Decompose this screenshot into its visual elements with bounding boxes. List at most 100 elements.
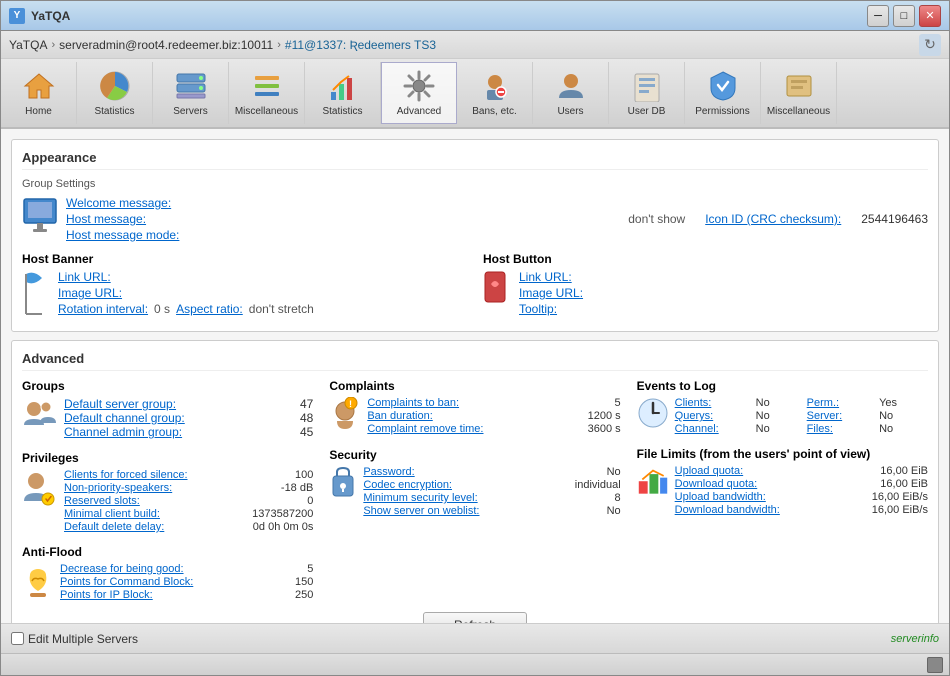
close-button[interactable]: ✕ [919, 5, 941, 27]
upload-bandwidth-value: 16,00 EiB/s [872, 491, 928, 503]
complaints-title: Complaints [329, 379, 620, 393]
toolbar-users[interactable]: Users [533, 62, 609, 124]
clients-forced-silence-link[interactable]: Clients for forced silence: [64, 469, 188, 481]
upload-bandwidth-link[interactable]: Upload bandwidth: [675, 491, 766, 503]
toolbar-statistics2[interactable]: Statistics [305, 62, 381, 124]
button-image-url[interactable]: Image URL: [519, 286, 583, 300]
appearance-section: Appearance Group Settings Welcome messag… [11, 139, 939, 332]
userdb-icon [629, 68, 665, 104]
host-banner: Host Banner Link URL: Image URL: [22, 252, 467, 321]
appearance-title: Appearance [22, 150, 928, 170]
banner-link-url[interactable]: Link URL: [58, 270, 111, 284]
addr-part3: #11@1337: Ʀedeemers TS3 [285, 38, 436, 52]
title-controls: ─ □ ✕ [867, 5, 941, 27]
toolbar-misc1-label: Miscellaneous [235, 106, 298, 118]
maximize-button[interactable]: □ [893, 5, 915, 27]
download-bandwidth-link[interactable]: Download bandwidth: [675, 504, 780, 516]
advanced-section: Advanced Groups Default serve [11, 340, 939, 623]
minimize-button[interactable]: ─ [867, 5, 889, 27]
codec-encryption-value: individual [575, 479, 621, 491]
codec-encryption-link[interactable]: Codec encryption: [363, 479, 452, 491]
toolbar-servers-label: Servers [173, 106, 207, 118]
points-ip-link[interactable]: Points for IP Block: [60, 589, 153, 601]
toolbar-misc1[interactable]: Miscellaneous [229, 62, 305, 124]
min-security-value: 8 [615, 492, 621, 504]
default-delete-link[interactable]: Default delete delay: [64, 521, 164, 533]
advanced-icon [401, 68, 437, 104]
status-bar [1, 653, 949, 675]
addr-sep1: › [51, 39, 55, 51]
toolbar-statistics1-label: Statistics [94, 106, 134, 118]
toolbar-statistics1[interactable]: Statistics [77, 62, 153, 124]
toolbar-bans[interactable]: Bans, etc. [457, 62, 533, 124]
decrease-value: 5 [307, 563, 313, 575]
icon-id-link[interactable]: Icon ID (CRC checksum): [705, 212, 841, 226]
complaint-remove-link[interactable]: Complaint remove time: [367, 423, 483, 435]
refresh-button[interactable]: Refresh [423, 612, 527, 623]
points-command-link[interactable]: Points for Command Block: [60, 576, 193, 588]
reserved-slots-link[interactable]: Reserved slots: [64, 495, 140, 507]
addr-nav-button[interactable]: ↻ [919, 34, 941, 56]
welcome-message-link[interactable]: Welcome message: [66, 196, 179, 210]
servers-icon [173, 68, 209, 104]
group-settings-label: Group Settings [22, 178, 928, 190]
edit-multiple-servers-checkbox[interactable] [11, 632, 24, 645]
misc1-icon [249, 68, 285, 104]
complaints-ban-value: 5 [615, 397, 621, 409]
monitor-icon [22, 196, 58, 240]
statistics2-icon [325, 68, 361, 104]
password-link[interactable]: Password: [363, 466, 414, 478]
security-subsection: Security Password: No [329, 448, 620, 517]
channel-log-link[interactable]: Channel: [675, 423, 750, 435]
banner-icon [22, 270, 50, 321]
clients-forced-value: 100 [295, 469, 313, 481]
banner-image-url[interactable]: Image URL: [58, 286, 122, 300]
users-icon [553, 68, 589, 104]
toolbar: Home Statistics Servers Miscellaneous St… [1, 59, 949, 129]
channel-admin-group-link[interactable]: Channel admin group: [64, 425, 182, 439]
toolbar-home[interactable]: Home [1, 62, 77, 124]
status-icon [927, 657, 943, 673]
default-server-group-link[interactable]: Default server group: [64, 397, 176, 411]
toolbar-servers[interactable]: Servers [153, 62, 229, 124]
ban-duration-link[interactable]: Ban duration: [367, 410, 432, 422]
decrease-good-link[interactable]: Decrease for being good: [60, 563, 184, 575]
clients-log-link[interactable]: Clients: [675, 397, 750, 409]
toolbar-statistics2-label: Statistics [322, 106, 362, 118]
default-channel-group-link[interactable]: Default channel group: [64, 411, 185, 425]
privileges-icon [22, 469, 58, 516]
download-quota-link[interactable]: Download quota: [675, 478, 758, 490]
anti-flood-title: Anti-Flood [22, 545, 313, 559]
button-link-url[interactable]: Link URL: [519, 270, 583, 284]
toolbar-userdb[interactable]: User DB [609, 62, 685, 124]
perm-log-link[interactable]: Perm.: [807, 397, 873, 409]
clients-log-value: No [756, 397, 801, 409]
refresh-btn-container: Refresh [22, 612, 928, 623]
serverinfo-text: serverinfo [891, 633, 939, 645]
complaints-subsection: Complaints ! Complaints to ban: 5 [329, 379, 620, 436]
rotation-value: 0 s [154, 302, 170, 316]
minimal-client-link[interactable]: Minimal client build: [64, 508, 160, 520]
non-priority-link[interactable]: Non-priority-speakers: [64, 482, 172, 494]
upload-quota-link[interactable]: Upload quota: [675, 465, 744, 477]
reserved-value: 0 [307, 495, 313, 507]
toolbar-permissions[interactable]: Permissions [685, 62, 761, 124]
rotation-interval-link[interactable]: Rotation interval: [58, 302, 148, 316]
server-log-link[interactable]: Server: [807, 410, 873, 422]
querys-log-link[interactable]: Querys: [675, 410, 750, 422]
host-message-mode-link[interactable]: Host message mode: [66, 228, 179, 242]
min-security-link[interactable]: Minimum security level: [363, 492, 477, 504]
tooltip-link[interactable]: Tooltip: [519, 302, 583, 316]
host-message-link[interactable]: Host message: [66, 212, 179, 226]
toolbar-advanced[interactable]: Advanced [381, 62, 457, 124]
privileges-title: Privileges [22, 451, 313, 465]
aspect-ratio-link[interactable]: Aspect ratio: [176, 302, 243, 316]
minimal-client-value: 1373587200 [252, 508, 313, 520]
server-log-value: No [879, 410, 928, 422]
edit-multiple-servers-label[interactable]: Edit Multiple Servers [11, 632, 138, 646]
toolbar-misc2[interactable]: Miscellaneous [761, 62, 837, 124]
files-log-link[interactable]: Files: [807, 423, 873, 435]
button-icon [483, 270, 511, 309]
show-weblist-link[interactable]: Show server on weblist: [363, 505, 479, 517]
complaints-ban-link[interactable]: Complaints to ban: [367, 397, 459, 409]
